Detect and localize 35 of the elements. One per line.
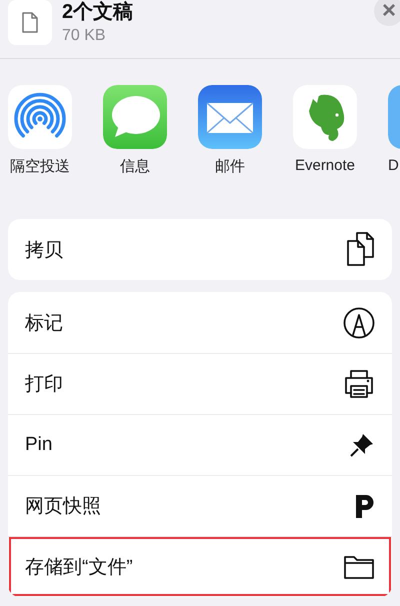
file-size: 70 KB — [62, 26, 107, 46]
action-row[interactable]: 打印 — [8, 353, 392, 414]
app-label: 邮件 — [215, 157, 245, 176]
document-icon — [21, 12, 39, 34]
document-title: 2个文稿 — [62, 0, 134, 24]
app-label: D — [388, 157, 399, 174]
action-row[interactable]: 拷贝 — [8, 219, 392, 280]
action-label: Pin — [25, 434, 52, 456]
elephant-icon — [293, 85, 357, 149]
action-label: 网页快照 — [25, 495, 101, 519]
pushpin-icon — [349, 432, 375, 458]
highlighted-action-row[interactable]: 存储到“文件” — [8, 536, 392, 597]
action-row[interactable]: 网页快照 — [8, 475, 392, 536]
action-row[interactable]: 标记 — [8, 292, 392, 353]
copy-icon — [347, 232, 375, 268]
app-label: Evernote — [294, 157, 356, 174]
speech-bubble-icon — [103, 85, 167, 149]
p-logo-icon — [355, 493, 375, 519]
app-button[interactable] — [103, 85, 167, 149]
action-label: 存储到“文件” — [25, 556, 133, 580]
app-button[interactable] — [293, 85, 357, 149]
airdrop-icon — [8, 85, 72, 149]
app-label: 隔空投送 — [10, 157, 70, 176]
action-row[interactable]: Pin — [8, 414, 392, 475]
app-label: 信息 — [120, 157, 150, 176]
action-label: 标记 — [25, 312, 63, 336]
app-button[interactable] — [198, 85, 262, 149]
app-button[interactable] — [8, 85, 72, 149]
close-button[interactable]: × — [374, 0, 400, 26]
printer-icon — [343, 369, 375, 399]
action-label: 打印 — [25, 373, 63, 397]
action-label: 拷贝 — [25, 238, 63, 262]
folder-icon — [343, 554, 375, 580]
pen-tip-icon — [343, 306, 375, 338]
envelope-icon — [198, 85, 262, 149]
